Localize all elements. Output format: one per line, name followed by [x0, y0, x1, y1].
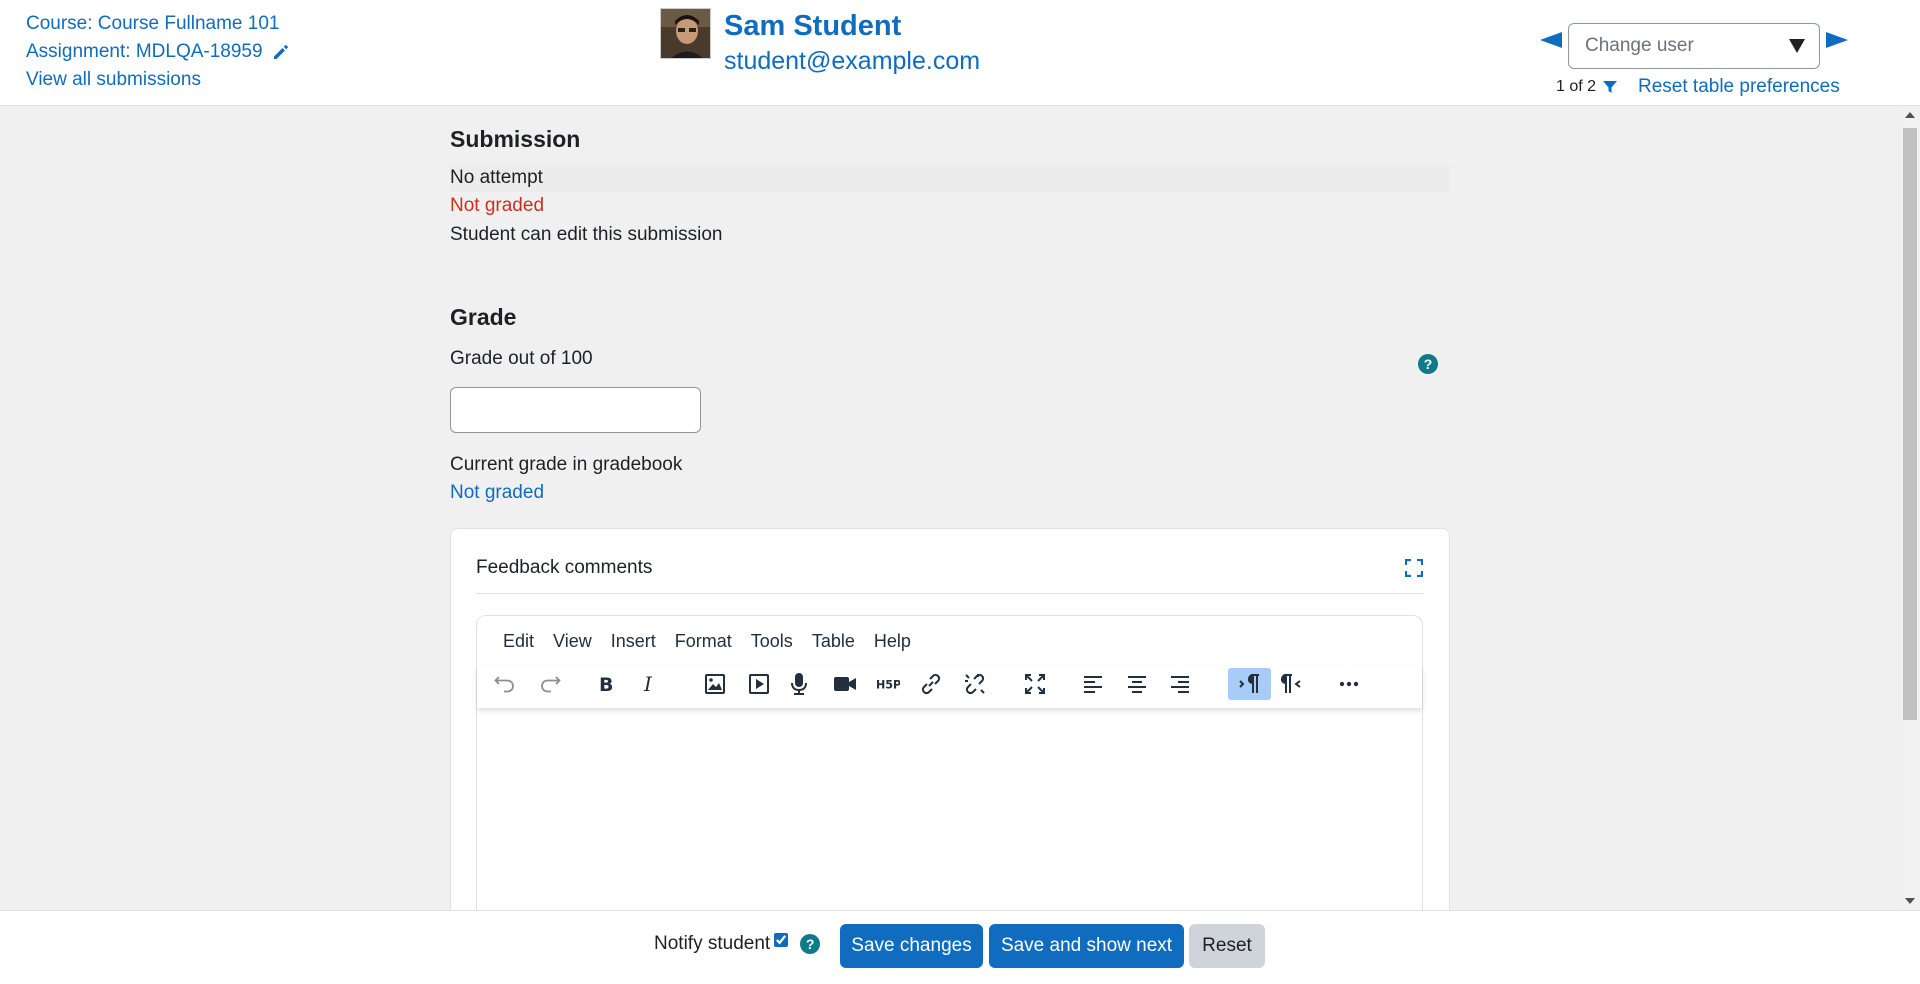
- change-user-placeholder: Change user: [1585, 35, 1694, 56]
- user-navigation: Change user 1 of 2 Reset table preferenc…: [1536, 22, 1856, 102]
- grading-actions-footer: Notify student? Save changes Save and sh…: [0, 910, 1920, 984]
- context-links: Course: Course Fullname 101 Assignment: …: [26, 10, 291, 94]
- help-icon[interactable]: ?: [1418, 354, 1438, 374]
- assignment-link[interactable]: Assignment: MDLQA-18959: [26, 38, 291, 66]
- align-right-icon[interactable]: [1162, 668, 1198, 700]
- avatar[interactable]: [660, 8, 711, 59]
- ltr-direction-icon[interactable]: [1228, 668, 1271, 700]
- reset-button[interactable]: Reset: [1189, 924, 1265, 968]
- align-center-icon[interactable]: [1119, 668, 1155, 700]
- feedback-title: Feedback comments: [476, 557, 653, 578]
- menu-edit[interactable]: Edit: [503, 631, 534, 652]
- current-grade-label: Current grade in gradebook: [450, 454, 683, 475]
- current-grade-link[interactable]: Not graded: [450, 482, 544, 504]
- menu-table[interactable]: Table: [812, 631, 855, 652]
- menu-format[interactable]: Format: [675, 631, 732, 652]
- italic-icon[interactable]: I: [630, 668, 666, 700]
- undo-icon[interactable]: [487, 668, 523, 700]
- reset-table-preferences-link[interactable]: Reset table preferences: [1638, 76, 1840, 98]
- next-user-icon[interactable]: [1826, 32, 1848, 48]
- previous-user-icon[interactable]: [1540, 32, 1562, 48]
- align-left-icon[interactable]: [1075, 668, 1111, 700]
- grade-heading: Grade: [450, 304, 517, 330]
- svg-text:H5P: H5P: [876, 678, 900, 691]
- rtl-direction-icon[interactable]: [1272, 668, 1308, 700]
- edit-status: Student can edit this submission: [450, 224, 723, 245]
- grade-label: Grade out of 100: [450, 348, 593, 369]
- editor-toolbar: B I H5P: [477, 666, 1422, 708]
- scroll-down-icon[interactable]: [1905, 898, 1915, 904]
- grader-header: Course: Course Fullname 101 Assignment: …: [0, 0, 1920, 106]
- page-scrollbar[interactable]: [1900, 106, 1920, 910]
- grade-input[interactable]: [450, 387, 701, 433]
- menu-view[interactable]: View: [553, 631, 592, 652]
- svg-text:I: I: [643, 672, 653, 696]
- media-icon[interactable]: [741, 668, 777, 700]
- menu-tools[interactable]: Tools: [751, 631, 793, 652]
- more-options-icon[interactable]: [1331, 668, 1367, 700]
- pager-text: 1 of 2: [1556, 78, 1597, 95]
- fullscreen-icon[interactable]: [1017, 668, 1053, 700]
- notify-student-label: Notify student: [654, 933, 771, 954]
- filter-icon[interactable]: [1602, 79, 1618, 95]
- bold-icon[interactable]: B: [587, 668, 623, 700]
- redo-icon[interactable]: [532, 668, 568, 700]
- expand-icon[interactable]: [1405, 559, 1423, 577]
- view-all-submissions-link[interactable]: View all submissions: [26, 66, 291, 94]
- save-changes-button[interactable]: Save changes: [840, 924, 983, 968]
- course-link[interactable]: Course: Course Fullname 101: [26, 10, 291, 38]
- link-icon[interactable]: [913, 668, 949, 700]
- editor-menubar: Edit View Insert Format Tools Table Help: [477, 616, 1422, 666]
- user-email[interactable]: student@example.com: [724, 46, 980, 76]
- change-user-select[interactable]: Change user: [1568, 23, 1820, 69]
- user-name[interactable]: Sam Student: [724, 8, 901, 44]
- save-and-show-next-button[interactable]: Save and show next: [989, 924, 1184, 968]
- video-camera-icon[interactable]: [827, 668, 863, 700]
- user-pager: 1 of 2: [1556, 78, 1618, 96]
- notify-student: Notify student?: [654, 933, 821, 955]
- unlink-icon[interactable]: [957, 668, 993, 700]
- feedback-comments-card: Feedback comments Edit View Insert Forma…: [450, 528, 1450, 955]
- menu-insert[interactable]: Insert: [611, 631, 656, 652]
- scroll-up-icon[interactable]: [1905, 112, 1915, 118]
- pencil-icon[interactable]: [271, 42, 291, 62]
- notify-help-icon[interactable]: ?: [800, 933, 821, 954]
- attempt-status: No attempt: [450, 164, 1450, 192]
- grading-status: Not graded: [450, 195, 545, 216]
- feedback-divider: [476, 593, 1423, 594]
- svg-text:B: B: [599, 674, 613, 696]
- image-icon[interactable]: [697, 668, 733, 700]
- submission-heading: Submission: [450, 126, 581, 152]
- assignment-link-label: Assignment: MDLQA-18959: [26, 41, 263, 62]
- menu-help[interactable]: Help: [874, 631, 911, 652]
- microphone-icon[interactable]: [781, 668, 817, 700]
- scroll-thumb[interactable]: [1903, 128, 1917, 720]
- notify-student-checkbox[interactable]: [774, 933, 789, 947]
- rich-text-editor: Edit View Insert Format Tools Table Help…: [476, 615, 1423, 955]
- h5p-icon[interactable]: H5P: [870, 668, 906, 700]
- caret-down-icon: [1789, 39, 1805, 53]
